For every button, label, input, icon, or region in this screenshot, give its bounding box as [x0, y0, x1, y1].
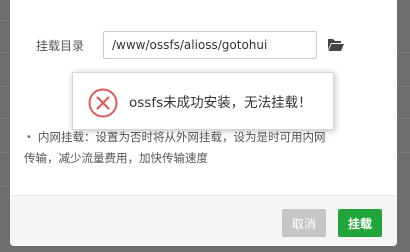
backdrop-divider	[398, 152, 410, 153]
error-toast: ossfs未成功安装，无法挂载！	[72, 72, 334, 130]
backdrop-divider	[398, 52, 410, 53]
backdrop-divider	[0, 20, 10, 21]
backdrop-divider	[398, 86, 410, 87]
cancel-button[interactable]: 取消	[282, 209, 326, 237]
dialog-footer: 取消 挂载	[10, 195, 397, 246]
mount-button[interactable]: 挂载	[338, 209, 382, 237]
backdrop-divider	[0, 86, 10, 87]
backdrop-divider	[0, 152, 10, 153]
folder-open-icon[interactable]	[326, 37, 346, 53]
mount-dir-label: 挂载目录	[36, 39, 85, 53]
backdrop-divider	[0, 118, 10, 119]
error-circle-x-icon	[88, 88, 118, 118]
mount-info-note: • 内网挂载：设置为否时将从外网挂载，设为是时可用内网 传输，减少流量费用，加快…	[22, 127, 392, 169]
backdrop-divider	[0, 186, 10, 187]
error-message: ossfs未成功安装，无法挂载！	[129, 95, 312, 111]
info-line-1: 内网挂载：设置为否时将从外网挂载，设为是时可用内网	[38, 130, 326, 144]
backdrop-divider	[0, 52, 10, 53]
mount-dir-input[interactable]	[103, 31, 317, 59]
info-line-2: 传输，减少流量费用，加快传输速度	[24, 151, 208, 165]
info-bullet: •	[26, 132, 32, 143]
backdrop-divider	[398, 118, 410, 119]
